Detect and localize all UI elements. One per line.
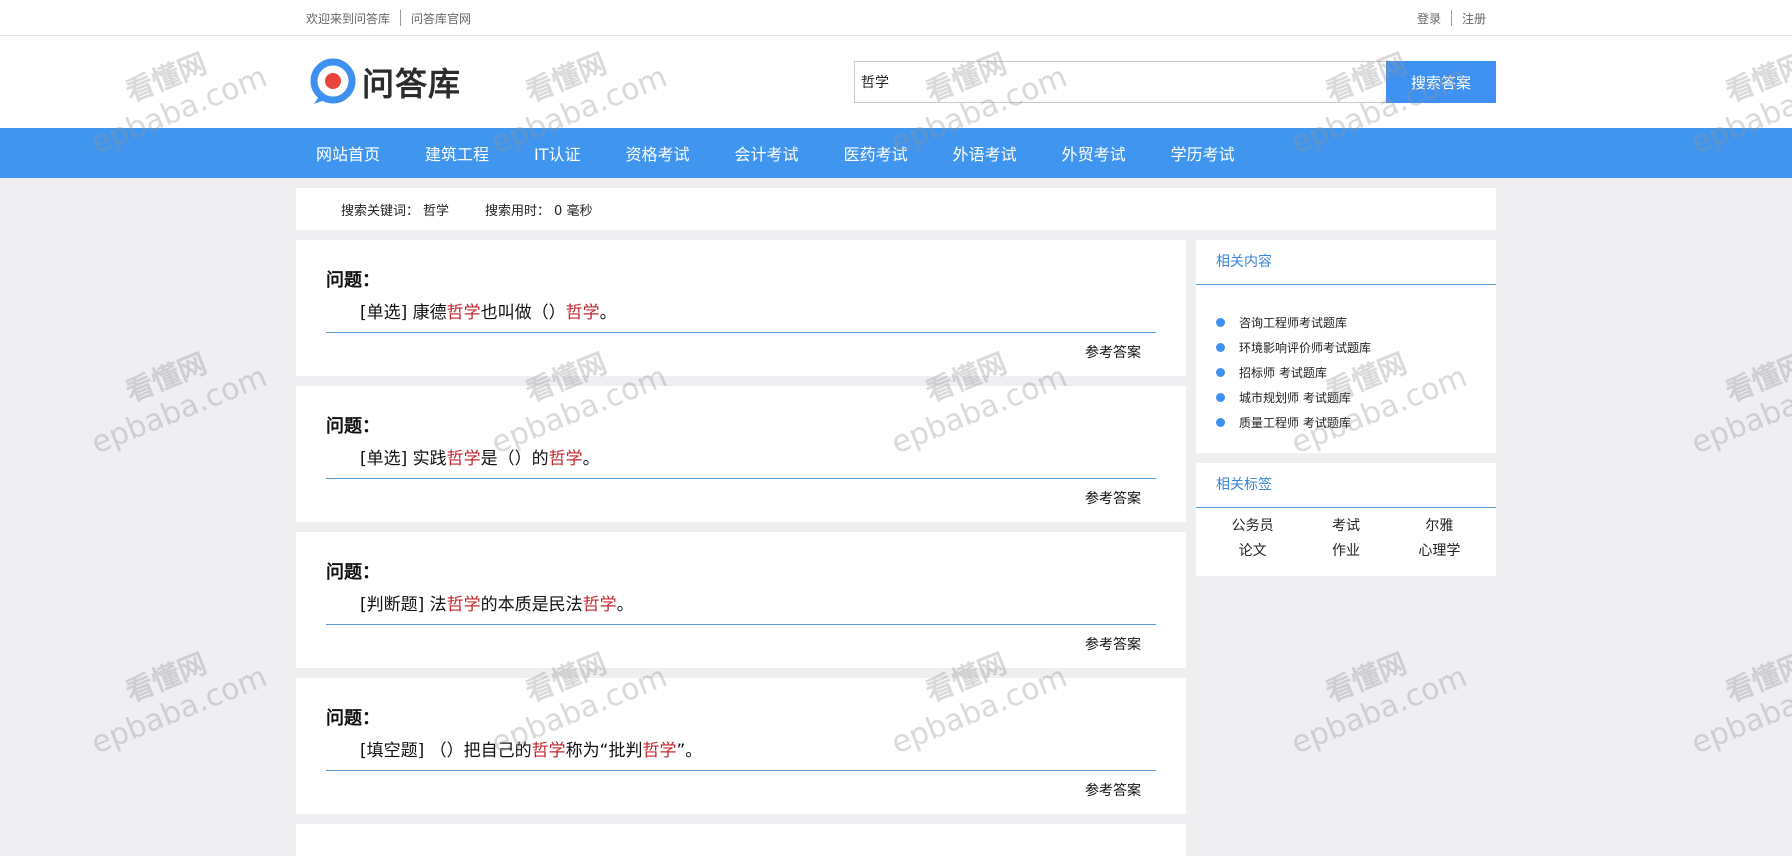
header: 问答库 搜索答案	[0, 36, 1792, 128]
bullet-icon	[1216, 343, 1225, 352]
bullet-icon	[1216, 418, 1225, 427]
watermark: 看懂网 epbaba.com	[1686, 346, 1792, 461]
question-title: 问题：	[326, 708, 380, 729]
nav-item-accounting[interactable]: 会计考试	[735, 141, 819, 165]
results-list: 问题： [单选] 康德哲学也叫做（）哲学。 参考答案 问题： [单选] 实践哲学…	[296, 240, 1186, 856]
related-item[interactable]: 咨询工程师考试题库	[1216, 310, 1496, 335]
related-tags-panel: 相关标签 公务员 考试 尔雅 论文 作业 心理学	[1196, 463, 1496, 576]
nav-item-construction[interactable]: 建筑工程	[425, 141, 509, 165]
watermark: 看懂网 epbaba.com	[86, 646, 272, 761]
site-logo[interactable]: 问答库	[310, 58, 461, 106]
nav-item-it-cert[interactable]: IT认证	[534, 141, 601, 165]
related-item[interactable]: 城市规划师 考试题库	[1216, 385, 1496, 410]
official-site-link[interactable]: 问答库官网	[401, 10, 481, 27]
tag-link[interactable]: 心理学	[1393, 541, 1486, 562]
question-card: 问题： [单选] 实践哲学是（）的哲学。 参考答案	[296, 386, 1186, 522]
reference-answer-link[interactable]: 参考答案	[1085, 634, 1141, 654]
register-link[interactable]: 注册	[1452, 10, 1496, 27]
search-time-value: 0 毫秒	[554, 203, 593, 219]
search-time-label: 搜索用时：	[485, 203, 551, 219]
tag-link[interactable]: 作业	[1299, 541, 1392, 562]
login-link[interactable]: 登录	[1407, 10, 1451, 27]
related-content-title: 相关内容	[1196, 240, 1496, 285]
sidebar: 相关内容 咨询工程师考试题库 环境影响评价师考试题库 招标师 考试题库 城市规划…	[1196, 240, 1496, 586]
tag-link[interactable]: 公务员	[1206, 516, 1299, 537]
reference-answer-link[interactable]: 参考答案	[1085, 780, 1141, 800]
top-bar: 欢迎来到问答库 问答库官网 登录 注册	[0, 0, 1792, 36]
search-box: 搜索答案	[854, 61, 1496, 103]
related-item[interactable]: 质量工程师 考试题库	[1216, 410, 1496, 435]
keyword-value: 哲学	[423, 203, 450, 219]
question-text[interactable]: [单选] 康德哲学也叫做（）哲学。	[326, 298, 1156, 333]
top-bar-left: 欢迎来到问答库 问答库官网	[296, 10, 481, 27]
search-button[interactable]: 搜索答案	[1386, 61, 1496, 103]
question-text[interactable]: [填空题] （）把自己的哲学称为“批判哲学”。	[326, 736, 1156, 771]
question-card: 问题： [判断题] 法哲学的本质是民法哲学。 参考答案	[296, 532, 1186, 668]
tag-link[interactable]: 论文	[1206, 541, 1299, 562]
keyword-label: 搜索关键词：	[341, 203, 420, 219]
nav-item-education[interactable]: 学历考试	[1171, 141, 1255, 165]
search-input[interactable]	[854, 61, 1386, 103]
search-info-bar: 搜索关键词： 哲学 搜索用时： 0 毫秒	[296, 188, 1496, 230]
main-nav: 网站首页 建筑工程 IT认证 资格考试 会计考试 医药考试 外语考试 外贸考试 …	[0, 128, 1792, 178]
nav-item-qualification[interactable]: 资格考试	[626, 141, 710, 165]
related-item[interactable]: 环境影响评价师考试题库	[1216, 335, 1496, 360]
nav-item-language[interactable]: 外语考试	[953, 141, 1037, 165]
bullet-icon	[1216, 393, 1225, 402]
welcome-link[interactable]: 欢迎来到问答库	[296, 10, 400, 27]
question-card: 问题： [填空题] （）把自己的哲学称为“批判哲学”。 参考答案	[296, 678, 1186, 814]
tag-link[interactable]: 考试	[1299, 516, 1392, 537]
question-card: 问题： [单选] 康德哲学也叫做（）哲学。 参考答案	[296, 240, 1186, 376]
nav-item-trade[interactable]: 外贸考试	[1062, 141, 1146, 165]
reference-answer-link[interactable]: 参考答案	[1085, 342, 1141, 362]
question-title: 问题：	[326, 562, 380, 583]
nav-item-medicine[interactable]: 医药考试	[844, 141, 928, 165]
question-title: 问题：	[326, 270, 380, 291]
bullet-icon	[1216, 318, 1225, 327]
question-card	[296, 824, 1186, 856]
watermark: 看懂网 epbaba.com	[86, 346, 272, 461]
question-text[interactable]: [判断题] 法哲学的本质是民法哲学。	[326, 590, 1156, 625]
reference-answer-link[interactable]: 参考答案	[1085, 488, 1141, 508]
bullet-icon	[1216, 368, 1225, 377]
related-content-panel: 相关内容 咨询工程师考试题库 环境影响评价师考试题库 招标师 考试题库 城市规划…	[1196, 240, 1496, 453]
top-bar-right: 登录 注册	[1407, 10, 1496, 27]
question-text[interactable]: [单选] 实践哲学是（）的哲学。	[326, 444, 1156, 479]
nav-item-home[interactable]: 网站首页	[316, 141, 400, 165]
tag-grid: 公务员 考试 尔雅 论文 作业 心理学	[1196, 508, 1496, 576]
related-item[interactable]: 招标师 考试题库	[1216, 360, 1496, 385]
related-tags-title: 相关标签	[1196, 463, 1496, 508]
content-area: 问题： [单选] 康德哲学也叫做（）哲学。 参考答案 问题： [单选] 实践哲学…	[296, 240, 1496, 856]
watermark: 看懂网 epbaba.com	[1686, 646, 1792, 761]
related-content-list: 咨询工程师考试题库 环境影响评价师考试题库 招标师 考试题库 城市规划师 考试题…	[1196, 285, 1496, 453]
tag-link[interactable]: 尔雅	[1393, 516, 1486, 537]
question-title: 问题：	[326, 416, 380, 437]
logo-q-icon	[310, 58, 356, 104]
logo-text: 问答库	[362, 65, 462, 103]
